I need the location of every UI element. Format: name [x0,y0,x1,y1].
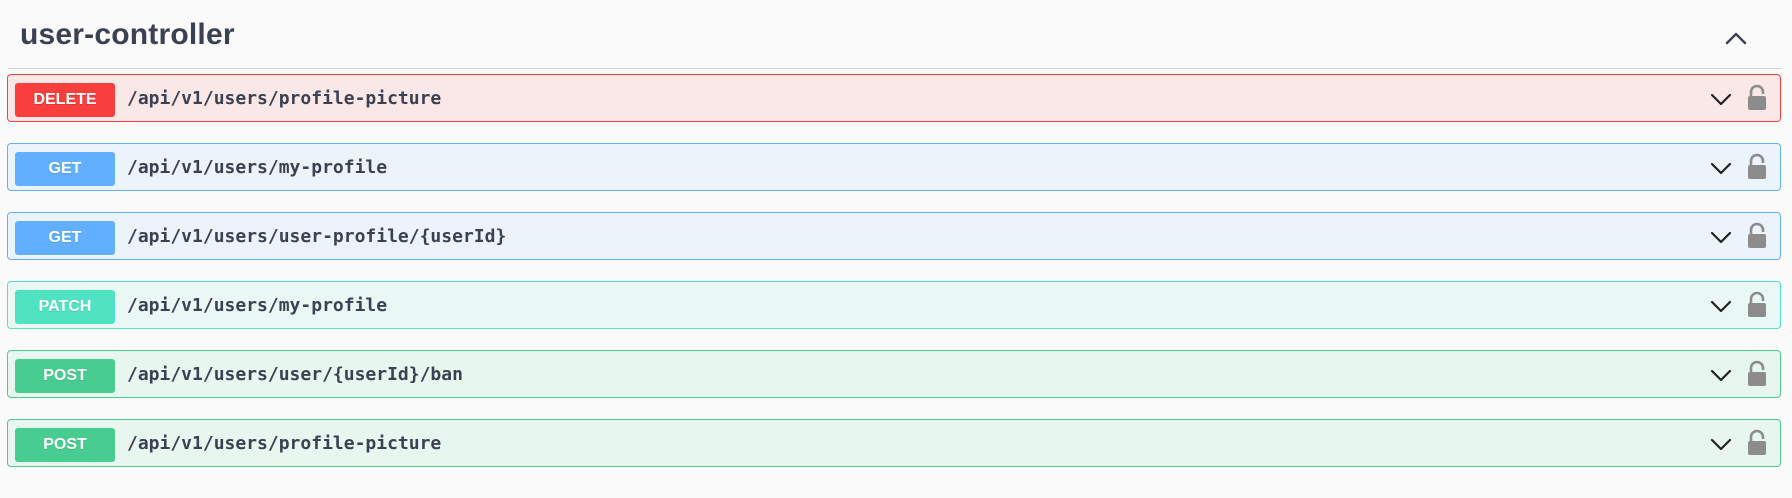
user-controller-section: user-controller DELETE /api/v1/users/pro… [0,0,1792,498]
chevron-down-icon[interactable] [1707,156,1735,180]
method-badge: POST [15,359,115,393]
lock-icon[interactable] [1745,291,1769,319]
operation-patch-my-profile[interactable]: PATCH /api/v1/users/my-profile [7,281,1781,329]
operation-post-profile-picture[interactable]: POST /api/v1/users/profile-picture [7,419,1781,467]
chevron-down-icon[interactable] [1707,294,1735,318]
operation-path: /api/v1/users/user/{userId}/ban [127,364,463,385]
operation-path: /api/v1/users/my-profile [127,295,388,316]
tag-title: user-controller [20,18,235,51]
chevron-down-icon[interactable] [1707,225,1735,249]
method-badge: GET [15,221,115,255]
method-badge: POST [15,428,115,462]
operation-post-ban-user[interactable]: POST /api/v1/users/user/{userId}/ban [7,350,1781,398]
lock-icon[interactable] [1745,84,1769,112]
method-badge: GET [15,152,115,186]
lock-icon[interactable] [1745,153,1769,181]
lock-icon[interactable] [1745,222,1769,250]
method-badge: PATCH [15,290,115,324]
operation-path: /api/v1/users/profile-picture [127,88,442,109]
operation-get-user-profile[interactable]: GET /api/v1/users/user-profile/{userId} [7,212,1781,260]
tag-header[interactable]: user-controller [0,0,1792,70]
operation-delete-profile-picture[interactable]: DELETE /api/v1/users/profile-picture [7,74,1781,122]
method-badge: DELETE [15,83,115,117]
lock-icon[interactable] [1745,429,1769,457]
chevron-up-icon[interactable] [1718,22,1754,52]
operation-path: /api/v1/users/profile-picture [127,433,442,454]
chevron-down-icon[interactable] [1707,432,1735,456]
chevron-down-icon[interactable] [1707,87,1735,111]
operation-get-my-profile[interactable]: GET /api/v1/users/my-profile [7,143,1781,191]
operation-path: /api/v1/users/my-profile [127,157,388,178]
operation-path: /api/v1/users/user-profile/{userId} [127,226,507,247]
lock-icon[interactable] [1745,360,1769,388]
chevron-down-icon[interactable] [1707,363,1735,387]
tag-divider [8,68,1782,69]
